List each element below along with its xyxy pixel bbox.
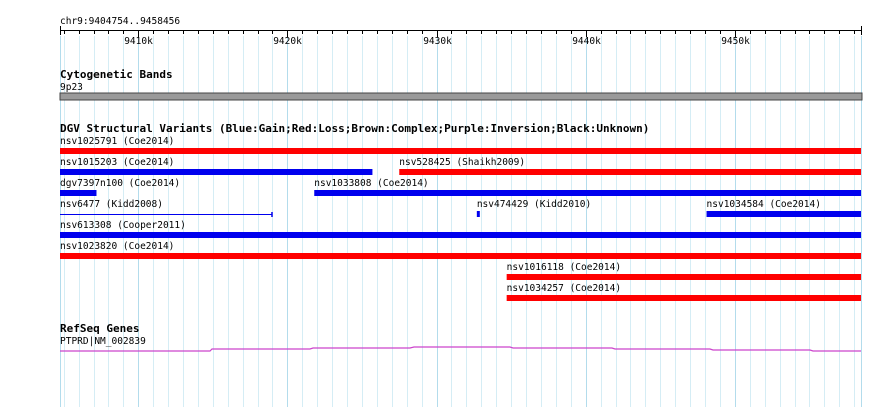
variant-9[interactable]: nsv1023820 (Coe2014): [60, 241, 861, 259]
variant-1[interactable]: nsv1015203 (Coe2014): [60, 157, 373, 175]
variant-4[interactable]: nsv1033808 (Coe2014): [314, 178, 862, 196]
variant-7[interactable]: nsv1034584 (Coe2014): [706, 199, 861, 217]
ruler-tick-label: 9440k: [572, 36, 601, 47]
variant-bar: [60, 253, 861, 259]
dgv-track-title: DGV Structural Variants (Blue:Gain;Red:L…: [60, 122, 649, 135]
variant-bar: [506, 274, 861, 280]
ruler-tick-label: 9430k: [423, 36, 452, 47]
variant-label: nsv1025791 (Coe2014): [60, 136, 174, 147]
variant-label: nsv1034257 (Coe2014): [507, 283, 621, 294]
genome-browser-panel[interactable]: chr9:9404754..9458456 9410k 9420k 9430k 944…: [0, 0, 890, 407]
variant-bar: [476, 211, 480, 217]
region-label: chr9:9404754..9458456: [60, 16, 180, 27]
variant-label: nsv613308 (Cooper2011): [60, 220, 186, 231]
variant-bar: [60, 148, 861, 154]
cytoband-track-title: Cytogenetic Bands: [60, 68, 173, 81]
variant-bar: [314, 190, 862, 196]
variant-label: nsv1023820 (Coe2014): [60, 241, 174, 252]
ruler-tick-label: 9450k: [721, 36, 750, 47]
refseq-track[interactable]: RefSeq Genes PTPRD|NM_002839: [60, 322, 861, 352]
variant-label: nsv474429 (Kidd2010): [477, 199, 591, 210]
variant-label: nsv1015203 (Coe2014): [60, 157, 174, 168]
refseq-track-title: RefSeq Genes: [60, 322, 139, 335]
variant-8[interactable]: nsv613308 (Cooper2011): [60, 220, 861, 238]
genome-browser-canvas[interactable]: chr9:9404754..9458456 9410k 9420k 9430k 944…: [0, 0, 890, 407]
ruler-tick-label: 9420k: [273, 36, 302, 47]
variant-6[interactable]: nsv474429 (Kidd2010): [476, 199, 591, 217]
variant-bar: [60, 232, 861, 238]
cytoband-label: 9p23: [60, 82, 83, 93]
gene-label: PTPRD|NM_002839: [60, 336, 146, 347]
variant-label: nsv528425 (Shaikh2009): [399, 157, 525, 168]
variant-3[interactable]: dgv7397n100 (Coe2014): [60, 178, 180, 196]
variant-label: nsv1033808 (Coe2014): [314, 178, 428, 189]
variant-label: dgv7397n100 (Coe2014): [60, 178, 180, 189]
variant-label: nsv1016118 (Coe2014): [507, 262, 621, 273]
variant-5[interactable]: nsv6477 (Kidd2008): [60, 199, 273, 217]
variant-0[interactable]: nsv1025791 (Coe2014): [60, 136, 861, 154]
variant-bar: [399, 169, 861, 175]
cytoband-bar: [59, 92, 863, 101]
variant-bar: [706, 211, 861, 217]
variant-11[interactable]: nsv1034257 (Coe2014): [506, 283, 861, 301]
variant-label: nsv1034584 (Coe2014): [707, 199, 821, 210]
ruler-tick-label: 9410k: [124, 36, 153, 47]
cytoband-track[interactable]: Cytogenetic Bands 9p23: [59, 68, 863, 101]
gene-model-line: [60, 346, 861, 352]
variant-bar: [60, 169, 373, 175]
variant-bar: [60, 190, 97, 196]
variant-bar: [506, 295, 861, 301]
variant-10[interactable]: nsv1016118 (Coe2014): [506, 262, 861, 280]
coordinate-ruler: chr9:9404754..9458456 9410k 9420k 9430k 944…: [60, 16, 862, 47]
dgv-track[interactable]: DGV Structural Variants (Blue:Gain;Red:L…: [60, 122, 862, 301]
variant-label: nsv6477 (Kidd2008): [60, 199, 163, 210]
